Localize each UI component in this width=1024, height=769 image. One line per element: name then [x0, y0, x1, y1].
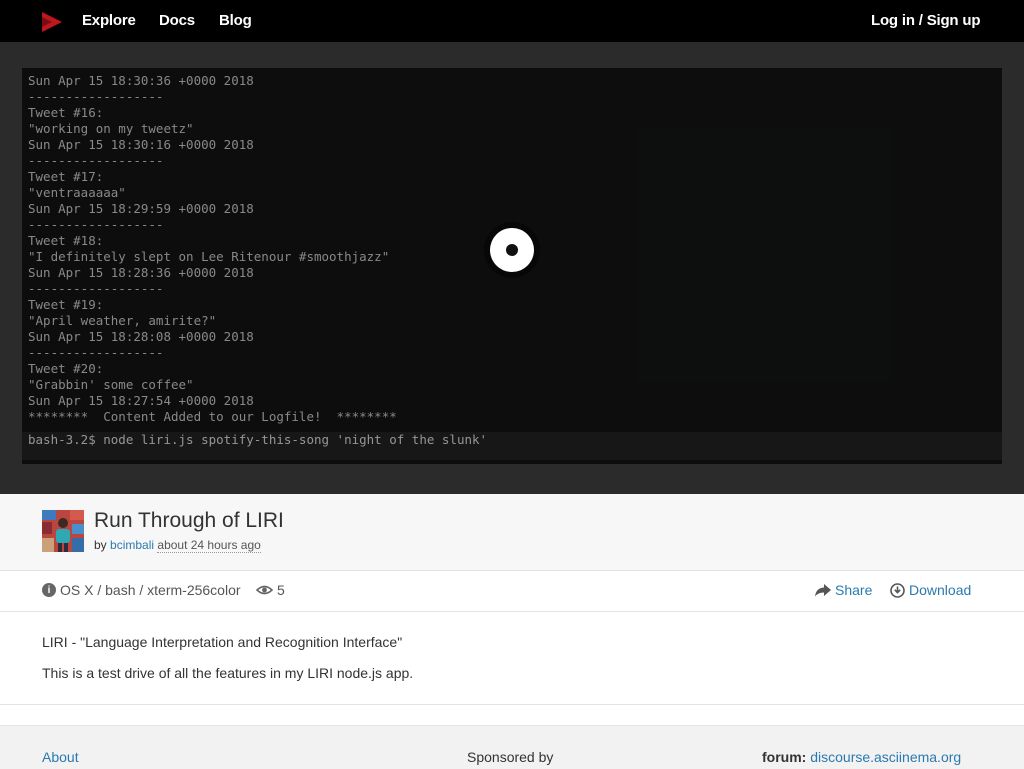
share-button[interactable]: Share	[815, 582, 872, 598]
recording-time: about 24 hours ago	[157, 538, 261, 553]
asciinema-logo-icon[interactable]	[40, 12, 62, 32]
play-dot	[506, 244, 518, 256]
environment-info: i OS X / bash / xterm-256color	[42, 582, 241, 598]
terminal-player[interactable]: Sun Apr 15 18:30:36 +0000 2018 ---------…	[22, 68, 1002, 464]
recording-description: LIRI - "Language Interpretation and Reco…	[0, 612, 1024, 705]
forum-label: forum:	[762, 749, 807, 765]
views-number: 5	[277, 582, 285, 598]
forum-info: forum: discourse.asciinema.org	[762, 749, 961, 765]
recording-title: Run Through of LIRI	[94, 509, 284, 532]
player-area: Sun Apr 15 18:30:36 +0000 2018 ---------…	[0, 42, 1024, 494]
author-avatar[interactable]	[42, 510, 84, 552]
recording-info-bar: i OS X / bash / xterm-256color 5 Share D…	[0, 571, 1024, 612]
nav-blog-link[interactable]: Blog	[219, 12, 252, 29]
environment-text: OS X / bash / xterm-256color	[60, 582, 241, 598]
author-link[interactable]: bcimbali	[110, 538, 154, 552]
footer-about-link[interactable]: About	[42, 749, 79, 765]
login-signup-link[interactable]: Log in / Sign up	[871, 12, 980, 29]
nav-explore-link[interactable]: Explore	[82, 12, 136, 29]
download-icon	[890, 582, 905, 598]
description-line-2: This is a test drive of all the features…	[42, 665, 414, 681]
download-label: Download	[909, 582, 972, 598]
top-navbar: Explore Docs Blog Log in / Sign up	[0, 0, 1024, 42]
footer: About Sponsored by forum: discourse.asci…	[0, 725, 1024, 769]
views-count: 5	[256, 582, 285, 598]
share-icon	[815, 583, 831, 596]
play-button-icon[interactable]	[490, 228, 534, 272]
share-label: Share	[835, 582, 873, 598]
description-line-1: LIRI - "Language Interpretation and Reco…	[42, 634, 403, 650]
eye-icon	[256, 585, 273, 595]
recording-header: Run Through of LIRI by bcimbali about 24…	[0, 494, 1024, 571]
recording-byline: by bcimbali about 24 hours ago	[94, 538, 261, 553]
forum-link[interactable]: discourse.asciinema.org	[810, 749, 961, 765]
download-button[interactable]: Download	[890, 582, 971, 598]
nav-docs-link[interactable]: Docs	[159, 12, 195, 29]
info-icon: i	[42, 583, 56, 597]
player-overlay[interactable]	[22, 68, 1002, 464]
by-label: by	[94, 538, 107, 552]
sponsored-by-text: Sponsored by	[467, 749, 554, 765]
